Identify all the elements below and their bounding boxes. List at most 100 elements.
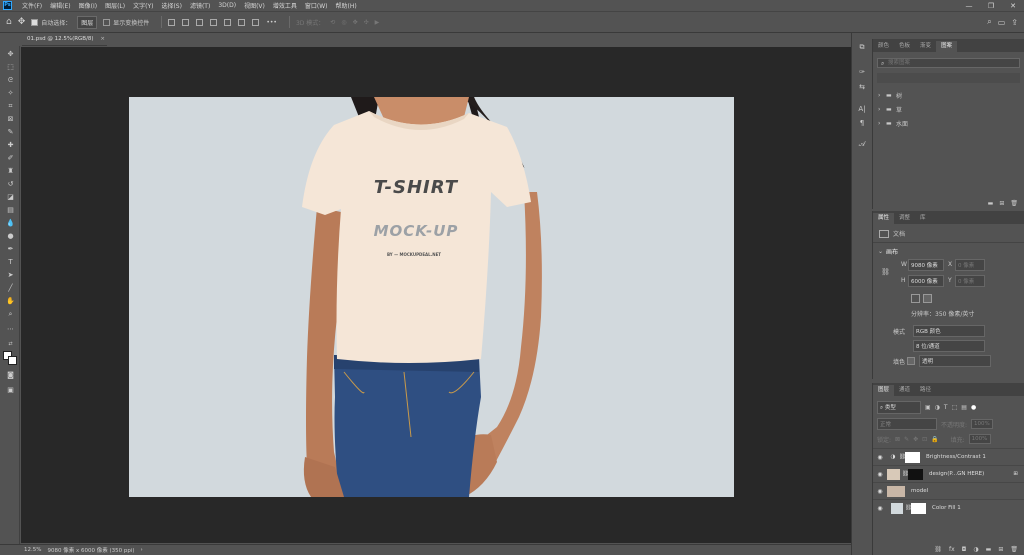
chevron-down-icon[interactable]: ⌄	[878, 248, 886, 255]
healing-brush-tool-icon[interactable]: ✚	[4, 139, 17, 151]
status-menu-arrow[interactable]: ›	[141, 547, 143, 553]
link-icon[interactable]: ⛓	[881, 268, 890, 276]
pen-tool-icon[interactable]: ✒	[4, 243, 17, 255]
portrait-icon[interactable]	[911, 294, 920, 303]
history-panel-icon[interactable]: ⧉	[856, 43, 868, 55]
layer-thumbnail[interactable]	[887, 468, 900, 480]
align-center-icon[interactable]	[182, 18, 190, 26]
landscape-icon[interactable]	[923, 294, 932, 303]
path-selection-tool-icon[interactable]: ➤	[4, 269, 17, 281]
layer-thumbnail[interactable]	[891, 502, 903, 514]
3d-rotate-icon[interactable]: ⟲	[330, 19, 335, 26]
show-transform-checkbox[interactable]	[103, 18, 111, 26]
align-middle-icon[interactable]	[224, 18, 232, 26]
swap-colors-icon[interactable]: ⇄	[4, 338, 17, 350]
align-right-icon[interactable]	[196, 18, 204, 26]
type-tool-icon[interactable]: T	[4, 256, 17, 268]
new-pattern-icon[interactable]: ⊞	[999, 200, 1004, 207]
menu-3d[interactable]: 3D(D)	[214, 2, 240, 9]
link-layers-icon[interactable]: ⛓	[934, 546, 942, 553]
new-group-icon[interactable]: ▬	[986, 546, 992, 553]
menu-type[interactable]: 文字(Y)	[129, 1, 157, 10]
layer-mask-thumbnail[interactable]	[905, 451, 920, 463]
home-icon[interactable]: ⌂	[6, 17, 12, 27]
edit-toolbar-icon[interactable]: ⋯	[4, 323, 17, 335]
clone-stamp-tool-icon[interactable]: ♜	[4, 165, 17, 177]
eraser-tool-icon[interactable]: ◪	[4, 191, 17, 203]
screen-mode-icon[interactable]: ▣	[4, 384, 17, 396]
visibility-eye-icon[interactable]: ◉	[873, 505, 887, 512]
tab-channels[interactable]: 通道	[894, 385, 915, 396]
3d-roll-icon[interactable]: ◎	[341, 19, 346, 26]
align-bottom-icon[interactable]	[238, 18, 246, 26]
paragraph-panel-icon[interactable]: ¶	[856, 119, 868, 131]
tab-swatches[interactable]: 色板	[894, 41, 915, 52]
document-canvas[interactable]: T-SHIRT MOCK-UP BY — MOCKUPDEAL.NET	[129, 97, 734, 497]
visibility-eye-icon[interactable]: ◉	[873, 454, 887, 461]
lock-image-icon[interactable]: ✎	[904, 436, 909, 443]
filter-type-icon[interactable]: T	[944, 404, 948, 411]
lock-artboard-icon[interactable]: ⊡	[922, 436, 927, 443]
eyedropper-tool-icon[interactable]: ✎	[4, 126, 17, 138]
close-window-button[interactable]: ✕	[1002, 2, 1024, 10]
lock-all-icon[interactable]: 🔒	[931, 436, 938, 443]
x-field[interactable]: 0 像素	[955, 259, 985, 271]
layer-row[interactable]: ◉ model	[873, 482, 1024, 499]
adjustment-icon[interactable]: ◑	[973, 546, 978, 553]
chevron-right-icon[interactable]: ›	[878, 120, 886, 127]
width-field[interactable]: 9080 像素	[908, 259, 944, 271]
glyphs-panel-icon[interactable]: 𝒜	[856, 140, 868, 152]
frame-tool-icon[interactable]: ⊠	[4, 113, 17, 125]
distribute-icon[interactable]	[252, 18, 260, 26]
minimize-button[interactable]: —	[958, 2, 980, 10]
blur-tool-icon[interactable]: 💧	[4, 217, 17, 229]
delete-icon[interactable]: 🗑	[1010, 200, 1018, 207]
blend-mode-dropdown[interactable]: 正常	[877, 418, 937, 430]
lock-position-icon[interactable]: ✥	[913, 436, 918, 443]
tab-properties[interactable]: 属性	[873, 213, 895, 224]
fill-color-swatch[interactable]	[907, 357, 915, 365]
filter-adjustment-icon[interactable]: ◑	[935, 404, 940, 411]
more-options-button[interactable]: •••	[266, 19, 277, 26]
move-tool-preset-icon[interactable]: ✥	[18, 17, 26, 27]
new-layer-icon[interactable]: ⊞	[998, 546, 1003, 553]
fill-opacity-field[interactable]: 100%	[968, 434, 991, 444]
pattern-group-grass[interactable]: › ▬ 草	[878, 102, 1024, 116]
menu-plugins[interactable]: 增效工具	[269, 1, 301, 10]
delete-icon[interactable]: 🗑	[1010, 546, 1018, 553]
hand-tool-icon[interactable]: ✋	[4, 295, 17, 307]
maximize-button[interactable]: ❐	[980, 2, 1002, 10]
menu-help[interactable]: 帮助(H)	[332, 1, 361, 10]
workspace-icon[interactable]: ▭	[998, 18, 1006, 27]
pattern-group-trees[interactable]: › ▬ 树	[878, 88, 1024, 102]
layer-thumbnail[interactable]	[887, 485, 905, 497]
fx-icon[interactable]: fx	[949, 546, 955, 553]
chevron-right-icon[interactable]: ›	[878, 106, 886, 113]
canvas-section-header[interactable]: ⌄ 画布	[878, 247, 1024, 256]
dodge-tool-icon[interactable]: ●	[4, 230, 17, 242]
tab-layers[interactable]: 图层	[873, 385, 895, 396]
align-left-icon[interactable]	[168, 18, 176, 26]
brush-settings-icon[interactable]: ✑	[856, 68, 868, 80]
search-icon[interactable]: ⌕	[987, 17, 991, 27]
fill-dropdown[interactable]: 透明	[919, 355, 991, 367]
menu-file[interactable]: 文件(F)	[18, 1, 46, 10]
filter-toggle-icon[interactable]: ●	[971, 404, 976, 411]
background-color-swatch[interactable]	[8, 356, 17, 365]
layer-row[interactable]: ◉ ⛓ design(P...GN HERE) ⊞	[873, 465, 1024, 482]
close-document-icon[interactable]: ×	[100, 36, 105, 42]
line-tool-icon[interactable]: ╱	[4, 282, 17, 294]
character-panel-icon[interactable]: A|	[856, 105, 868, 117]
layer-row[interactable]: ◉ ◑ ⛓ Brightness/Contrast 1	[873, 448, 1024, 465]
menu-window[interactable]: 窗口(W)	[301, 1, 332, 10]
tab-adjustments[interactable]: 调整	[894, 213, 915, 224]
height-field[interactable]: 6000 像素	[908, 275, 944, 287]
menu-edit[interactable]: 编辑(E)	[46, 1, 74, 10]
add-mask-icon[interactable]: ◘	[962, 546, 967, 553]
layer-mask-thumbnail[interactable]	[908, 468, 923, 480]
align-top-icon[interactable]	[210, 18, 218, 26]
3d-slide-icon[interactable]: ✣	[364, 19, 369, 26]
tab-gradients[interactable]: 渐变	[915, 41, 936, 52]
y-field[interactable]: 0 像素	[955, 275, 985, 287]
new-group-icon[interactable]: ▬	[988, 200, 994, 207]
